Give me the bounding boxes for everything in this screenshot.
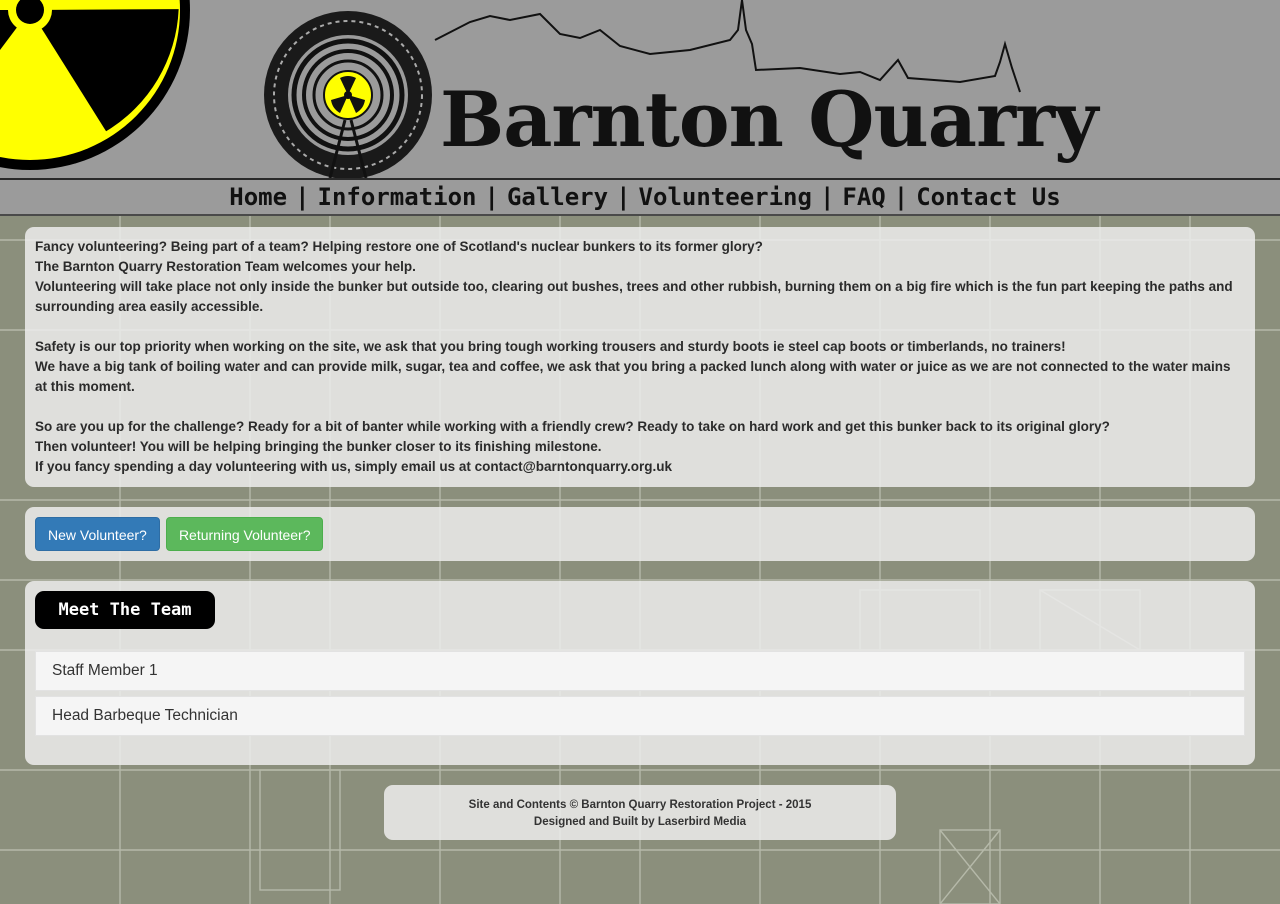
intro-line: If you fancy spending a day volunteering… <box>35 459 673 474</box>
volunteering-intro-panel: Fancy volunteering? Being part of a team… <box>25 227 1255 487</box>
team-list: Staff Member 1 Head Barbeque Technician <box>35 651 1245 736</box>
nav-information[interactable]: Information <box>318 183 477 211</box>
intro-line: Volunteering will take place not only in… <box>35 279 1233 314</box>
team-member-item[interactable]: Staff Member 1 <box>35 651 1245 691</box>
team-member-item[interactable]: Head Barbeque Technician <box>35 696 1245 736</box>
footer-copyright: Site and Contents © Barnton Quarry Resto… <box>468 799 812 811</box>
intro-line: Safety is our top priority when working … <box>35 339 1066 354</box>
footer-credits: Designed and Built by Laserbird Media <box>533 816 747 828</box>
site-header: Barnton Quarry <box>0 0 1280 178</box>
site-footer: Site and Contents © Barnton Quarry Resto… <box>384 785 896 840</box>
nav-faq[interactable]: FAQ <box>842 183 885 211</box>
meet-the-team-panel: Meet The Team Staff Member 1 Head Barbeq… <box>25 581 1255 765</box>
new-volunteer-button[interactable]: New Volunteer? <box>35 517 160 551</box>
nav-home[interactable]: Home <box>229 183 287 211</box>
nav-separator: | <box>295 183 310 211</box>
nav-contact-us[interactable]: Contact Us <box>916 183 1061 211</box>
nav-separator: | <box>819 183 835 211</box>
nav-separator: | <box>893 183 909 211</box>
intro-line: We have a big tank of boiling water and … <box>35 359 1231 394</box>
radiation-corner-icon <box>0 0 190 170</box>
intro-line: The Barnton Quarry Restoration Team welc… <box>35 259 416 274</box>
tunnel-logo-icon <box>264 11 432 178</box>
returning-volunteer-button[interactable]: Returning Volunteer? <box>165 517 324 551</box>
volunteer-buttons-panel: New Volunteer? Returning Volunteer? <box>25 507 1255 561</box>
nav-separator: | <box>616 183 631 211</box>
intro-line: Then volunteer! You will be helping brin… <box>35 439 602 454</box>
nav-separator: | <box>484 183 499 211</box>
nav-gallery[interactable]: Gallery <box>507 183 608 211</box>
main-navigation: Home | Information | Gallery | Volunteer… <box>0 178 1280 216</box>
team-heading: Meet The Team <box>35 591 215 629</box>
site-title: Barnton Quarry <box>440 75 1098 164</box>
intro-line: So are you up for the challenge? Ready f… <box>35 419 1110 434</box>
intro-line: Fancy volunteering? Being part of a team… <box>35 239 763 254</box>
nav-volunteering[interactable]: Volunteering <box>639 183 812 211</box>
